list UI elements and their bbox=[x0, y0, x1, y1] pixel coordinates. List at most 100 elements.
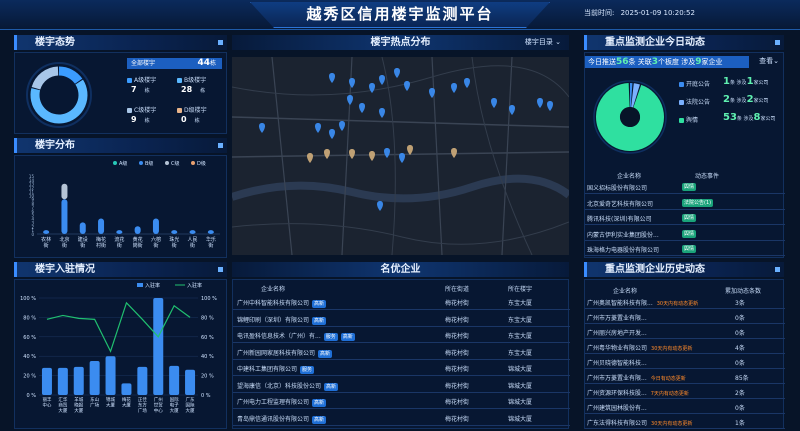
x-tick-label: 电子 bbox=[170, 402, 179, 409]
bar-珠光街 bbox=[171, 230, 178, 234]
grade-square-icon bbox=[177, 78, 182, 83]
table-row[interactable]: 北京爱奇艺科技有限公司 法院公告(1) bbox=[585, 197, 785, 210]
bar-广东国际大厦 bbox=[185, 369, 196, 395]
hotspot-map[interactable] bbox=[232, 57, 569, 255]
x-tick-label: 中心 bbox=[154, 407, 163, 414]
company-name-text: 广州新园网家居科技有限公司 bbox=[237, 349, 316, 357]
occupancy-header: 楼宇入驻情况 bbox=[14, 262, 227, 277]
x-tick-label: 街 bbox=[172, 242, 177, 249]
x-tick-label: 大厦 bbox=[58, 407, 67, 414]
table-row[interactable]: 腾讯科技(深圳)有限公司 舆情 bbox=[585, 212, 785, 225]
x-tick-label: 正佳 bbox=[138, 396, 147, 403]
total-value: 44 bbox=[197, 58, 210, 68]
bar-农林街 bbox=[43, 230, 50, 234]
table-row[interactable]: 广州资源环保科技股... 7天内有动态更新 2条 bbox=[585, 386, 785, 399]
company-street: 梅花村街 bbox=[445, 333, 470, 340]
summary-mid1: 条 关联 bbox=[628, 58, 652, 66]
table-row[interactable]: 广州丽兴房地产开发... 0条 bbox=[585, 326, 785, 339]
x-tick-label: 广场 bbox=[138, 407, 147, 414]
table-row[interactable]: 中建科工集团有限公司 服务 梅花村街 锦城大厦 bbox=[233, 362, 570, 376]
donut-slice-1 bbox=[30, 79, 88, 124]
table-row[interactable]: 广州电力工程监理有限公司 高新 梅花村街 锦城大厦 bbox=[233, 395, 570, 409]
table-row[interactable]: 望海康信（北京）科技股份公司 高新 梅花村街 锦城大厦 bbox=[233, 379, 570, 393]
company-name: 广州新园网家居科技有限公司 高新 bbox=[237, 348, 437, 358]
table-row[interactable]: 珠海格力电器股份有限公司 舆情 bbox=[585, 243, 785, 256]
company-tag: 高新 bbox=[340, 333, 355, 341]
event-tag: 舆情 bbox=[682, 245, 697, 253]
grade-label: B级楼宇 bbox=[184, 77, 207, 84]
grade-number: 0 bbox=[181, 115, 187, 124]
x-tick-label: 梅花 bbox=[122, 396, 131, 403]
x-tick-label: 大厦 bbox=[186, 407, 195, 414]
table-row[interactable]: 广东法得科技有限公司 30天内有动态更新 1条 bbox=[585, 416, 785, 429]
table-row[interactable]: 国义招标股份有限公司 舆情 bbox=[585, 181, 785, 194]
table-row[interactable]: 广州市万菱置业有限... 0条 bbox=[585, 311, 785, 324]
view-dropdown[interactable]: 查看⌄ bbox=[759, 56, 779, 66]
x-tick-label: 街 bbox=[208, 242, 213, 249]
y-tick-right: 40 % bbox=[201, 354, 214, 360]
grade-value: 28 栋 bbox=[181, 85, 205, 94]
grade-number: 7 bbox=[131, 85, 137, 94]
col-street: 所在街道 bbox=[445, 286, 470, 293]
history-company: 广州丽兴房地产开发... bbox=[587, 328, 727, 337]
x-tick-label: 华乐 bbox=[206, 236, 216, 243]
col-today-event: 动态事件 bbox=[695, 173, 720, 180]
company-name: 广州电力工程监理有限公司 高新 bbox=[237, 397, 437, 407]
bar-流花街 bbox=[116, 230, 123, 234]
stat-numbers: 2条 涉及2家公司 bbox=[723, 94, 769, 105]
company-name: 锦鲤印刷（深圳）有限公司 高新 bbox=[237, 315, 437, 325]
bar-梅花村街 bbox=[98, 218, 105, 234]
clock-label: 当前时间: bbox=[584, 9, 615, 17]
grade-label: A级楼宇 bbox=[134, 77, 157, 84]
history-company-name: 广州市万菱置业有限... bbox=[587, 375, 647, 382]
today-company: 内蒙古伊利实业集团股份... bbox=[587, 231, 659, 239]
today-event: 舆情 bbox=[679, 229, 697, 238]
x-tick-label: 锦城 bbox=[106, 396, 115, 403]
bar-国际电子大厦 bbox=[169, 365, 180, 395]
table-row[interactable]: 广州建筑园林股份有... 0条 bbox=[585, 401, 785, 414]
building-directory-dropdown[interactable]: 楼宇目录 ⌄ bbox=[525, 35, 561, 50]
company-street: 梅花村街 bbox=[445, 415, 470, 423]
table-row[interactable]: 广州市万菱置业有限... 今日有动态更新 85条 bbox=[585, 371, 785, 384]
grade-label: C级楼宇 bbox=[134, 107, 157, 114]
x-tick-label: 街 bbox=[117, 242, 122, 249]
history-company-name: 广州贝晓德智能科技... bbox=[587, 360, 647, 367]
today-event: 舆情 bbox=[679, 214, 697, 222]
company-street: 梅花村街 bbox=[445, 399, 470, 406]
table-row[interactable]: 广州中科智能科技有限公司 高新 梅花村街 东宝大厦 bbox=[233, 296, 570, 310]
x-tick-label: 北京 bbox=[59, 236, 69, 243]
bar-东山广场 bbox=[89, 361, 100, 395]
table-row[interactable]: 青岛鼎信通讯股份有限公司 高新 梅花村街 锦城大厦 bbox=[233, 412, 570, 426]
donut-slice-1 bbox=[630, 83, 640, 108]
x-tick-label: 街 bbox=[80, 242, 85, 249]
col-history-count: 累加动态条数 bbox=[725, 288, 762, 295]
y-tick-right: 80 % bbox=[201, 315, 214, 321]
table-row[interactable]: 广州粤华物业有限公司 30天内有动态更新 4条 bbox=[585, 341, 785, 354]
history-company-name: 广州资源环保科技股... bbox=[587, 390, 647, 397]
companies-header: 名优企业 bbox=[232, 262, 569, 277]
stat-label: 法院公告 bbox=[686, 99, 711, 106]
grade-item: D级楼宇 bbox=[177, 105, 207, 114]
stat-label: 开庭公告 bbox=[686, 81, 711, 88]
company-building: 锦城大厦 bbox=[508, 382, 533, 390]
y-tick-right: 20 % bbox=[201, 374, 214, 380]
bar-黄花岗街 bbox=[134, 226, 141, 234]
bar-人民街 bbox=[189, 230, 196, 234]
grade-item: A级楼宇 bbox=[127, 75, 156, 84]
col-building: 所在楼宇 bbox=[508, 286, 533, 293]
bar-正佳东方广场 bbox=[137, 366, 148, 395]
history-company: 广州贝晓德智能科技... bbox=[587, 358, 727, 367]
x-tick-label: 街 bbox=[62, 242, 67, 249]
x-tick-label: 街 bbox=[190, 242, 195, 249]
company-tag: 服务 bbox=[323, 333, 338, 341]
company-name: 电讯盈科信息技术（广州）有... 服务 高新 bbox=[237, 331, 437, 341]
table-row[interactable]: 锦鲤印刷（深圳）有限公司 高新 梅花村街 东宝大厦 bbox=[233, 313, 570, 327]
table-row[interactable]: 广州新园网家居科技有限公司 高新 梅花村街 东宝大厦 bbox=[233, 346, 570, 360]
table-row[interactable]: 电讯盈科信息技术（广州）有... 服务 高新 梅花村街 东宝大厦 bbox=[233, 329, 570, 343]
table-row[interactable]: 内蒙古伊利实业集团股份... 舆情 bbox=[585, 228, 785, 241]
x-tick-label: 流花 bbox=[114, 236, 124, 243]
today-panel: 今日推送56条 关联3个板度 涉及9家企业 查看⌄ 开庭公告 1条 涉及1家公司法… bbox=[584, 52, 785, 258]
table-row[interactable]: 广州贝晓德智能科技... 0条 bbox=[585, 356, 785, 369]
col-history-company: 企业名称 bbox=[613, 288, 638, 295]
table-row[interactable]: 广州奥凯智能科技有限... 30天内有动态更新 3条 bbox=[585, 296, 785, 309]
